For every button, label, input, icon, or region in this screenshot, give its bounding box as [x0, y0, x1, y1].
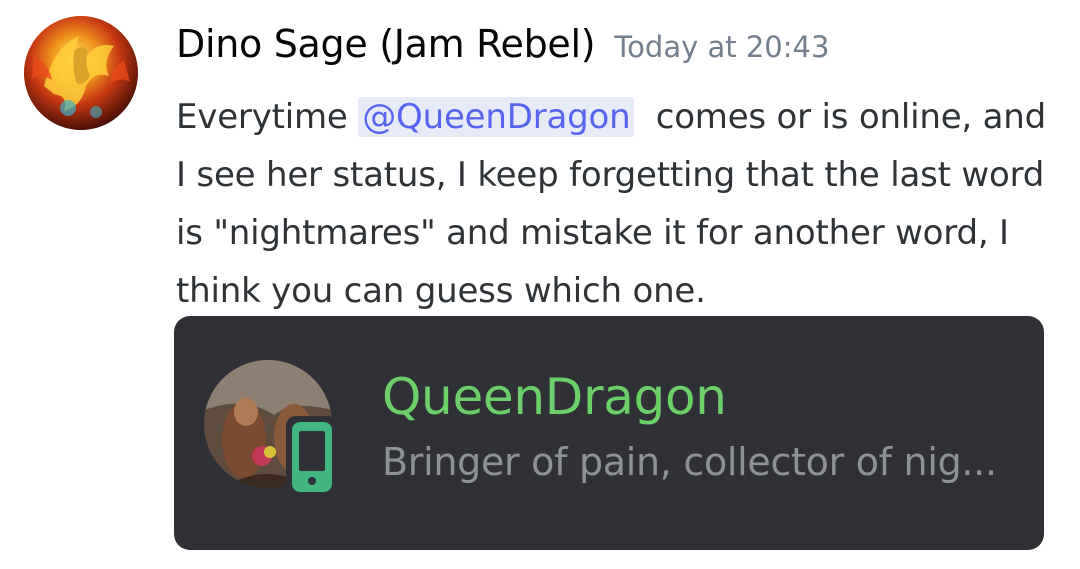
user-mention[interactable]: @QueenDragon: [358, 97, 635, 137]
message-timestamp[interactable]: Today at 20:43: [614, 30, 829, 64]
author-username[interactable]: Dino Sage (Jam Rebel): [176, 22, 596, 66]
author-avatar[interactable]: [24, 16, 138, 130]
mobile-status-indicator: [286, 416, 338, 498]
message-header: Dino Sage (Jam Rebel) Today at 20:43: [176, 22, 829, 66]
message-text-before: Everytime: [176, 97, 359, 137]
dragon-avatar-icon: [24, 16, 138, 130]
embed-username[interactable]: QueenDragon: [382, 368, 727, 426]
profile-embed: QueenDragon Bringer of pain, collector o…: [174, 316, 1044, 550]
embed-custom-status: Bringer of pain, collector of nig...: [382, 440, 997, 484]
message-content: Everytime @QueenDragon comes or is onlin…: [176, 88, 1056, 320]
mobile-phone-icon: [292, 422, 332, 492]
